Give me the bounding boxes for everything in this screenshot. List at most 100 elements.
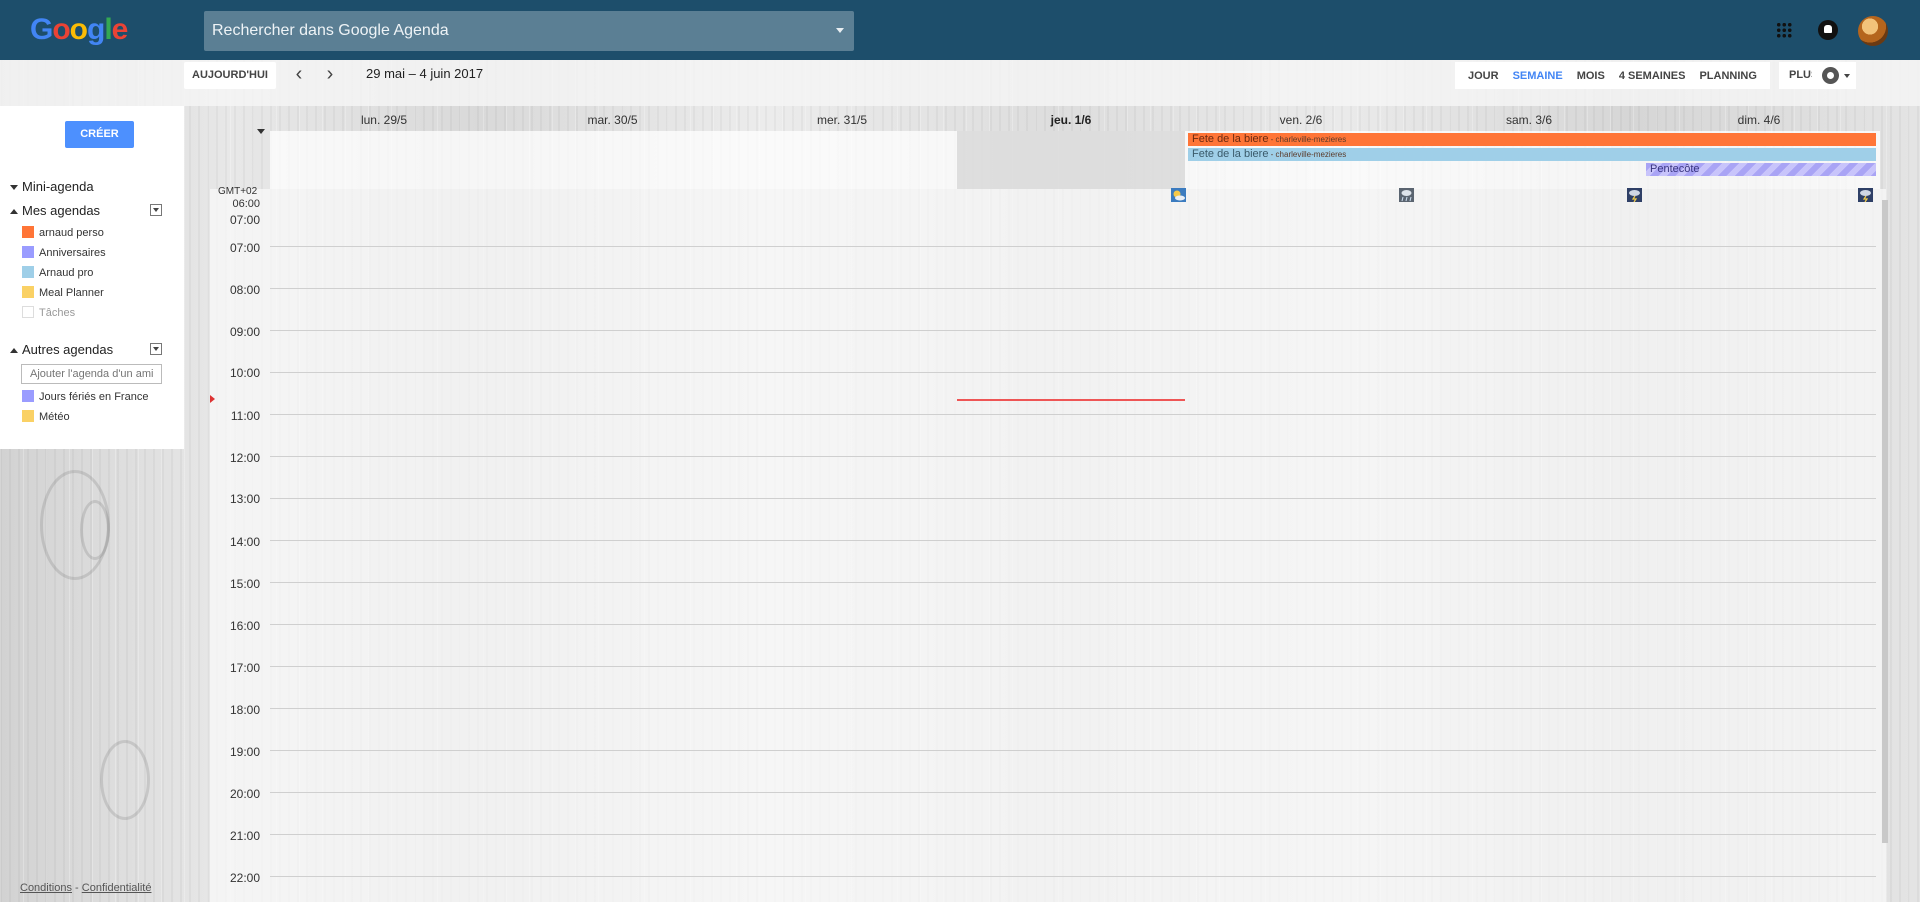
calendar-color-swatch <box>22 266 34 278</box>
hour-label: 10:00 <box>229 366 260 380</box>
day-header-wed[interactable]: mer. 31/5 <box>727 113 957 127</box>
tab-month[interactable]: MOIS <box>1570 70 1612 82</box>
rain-icon[interactable] <box>1399 188 1414 202</box>
calendar-color-swatch <box>22 410 34 422</box>
hour-label: 07:00 <box>229 241 260 255</box>
hour-label: 22:00 <box>229 871 260 885</box>
today-button[interactable]: AUJOURD'HUI <box>184 62 276 89</box>
hour-label: 20:00 <box>229 787 260 801</box>
calendar-item-meteo[interactable]: Météo <box>22 410 70 424</box>
other-calendars-label: Autres agendas <box>22 342 114 357</box>
calendar-item-arnaud-pro[interactable]: Arnaud pro <box>22 266 93 280</box>
prev-week-button[interactable]: ‹ <box>288 64 310 86</box>
hour-label: 07:00 <box>229 213 260 227</box>
hour-gridline <box>270 246 1876 247</box>
current-time-marker <box>210 395 215 403</box>
storm-icon[interactable] <box>1858 188 1873 202</box>
day-header-sun[interactable]: dim. 4/6 <box>1641 113 1877 127</box>
day-header-mon[interactable]: lun. 29/5 <box>270 113 498 127</box>
all-day-event[interactable]: Pentecôte <box>1646 163 1876 176</box>
date-range-label: 29 mai – 4 juin 2017 <box>366 66 484 81</box>
hour-label: 14:00 <box>229 535 260 549</box>
calendar-color-swatch <box>22 390 34 402</box>
apps-grid-icon[interactable] <box>1776 22 1792 38</box>
hour-label: 08:00 <box>229 283 260 297</box>
timezone-label: GMT+02 <box>218 186 258 197</box>
hour-gridline <box>270 456 1876 457</box>
expand-triangle-icon <box>10 209 18 215</box>
collapse-triangle-icon <box>10 185 18 191</box>
wood-knot <box>80 500 110 560</box>
hour-label: 12:00 <box>229 451 260 465</box>
calendar-item-meal-planner[interactable]: Meal Planner <box>22 286 104 300</box>
hour-gridline <box>270 498 1876 499</box>
tab-4-weeks[interactable]: 4 SEMAINES <box>1612 70 1693 82</box>
search-placeholder: Rechercher dans Google Agenda <box>212 22 449 39</box>
day-header-tue[interactable]: mar. 30/5 <box>498 113 727 127</box>
add-friend-calendar-input[interactable] <box>21 364 162 384</box>
next-week-button[interactable]: › <box>319 64 341 86</box>
day-header-sat[interactable]: sam. 3/6 <box>1417 113 1641 127</box>
hour-label: 21:00 <box>229 829 260 843</box>
all-day-collapse-icon[interactable] <box>257 129 265 134</box>
hour-label: 11:00 <box>230 409 260 423</box>
calendar-item-jours-feries[interactable]: Jours fériés en France <box>22 390 148 404</box>
event-title: Fete de la biere <box>1192 133 1269 145</box>
all-day-event[interactable]: Fete de la biere - charleville-mezieres <box>1188 148 1876 161</box>
conditions-link[interactable]: Conditions <box>20 882 72 894</box>
calendar-grid[interactable] <box>210 189 1886 902</box>
event-location: - charleville-mezieres <box>1268 135 1347 144</box>
hour-label: 18:00 <box>229 703 260 717</box>
sun-cloud-icon[interactable] <box>1171 188 1186 202</box>
hour-gridline <box>270 288 1876 289</box>
calendar-item-arnaud-perso[interactable]: arnaud perso <box>22 226 104 240</box>
calendar-item-taches[interactable]: Tâches <box>22 306 75 320</box>
notifications-bell-icon[interactable] <box>1818 20 1838 40</box>
all-day-today-highlight <box>957 131 1185 189</box>
hour-gridline <box>270 750 1876 751</box>
chevron-down-icon <box>1844 74 1850 78</box>
my-calendars-toggle[interactable]: Mes agendas <box>10 203 100 218</box>
all-day-event[interactable]: Fete de la biere - charleville-mezieres <box>1188 133 1876 146</box>
create-button[interactable]: CRÉER <box>65 121 134 148</box>
event-location: - charleville-mezieres <box>1268 150 1347 159</box>
google-logo[interactable]: Google <box>30 13 128 47</box>
gear-icon <box>1822 67 1839 84</box>
hour-label: 09:00 <box>229 325 260 339</box>
grid-scrollbar[interactable] <box>1882 200 1888 843</box>
search-options-icon[interactable] <box>836 28 844 33</box>
hour-gridline <box>270 708 1876 709</box>
hour-label: 16:00 <box>229 619 260 633</box>
calendar-color-swatch <box>22 286 34 298</box>
tab-planning[interactable]: PLANNING <box>1692 70 1763 82</box>
event-title: Pentecôte <box>1650 163 1700 175</box>
top-bar: Google Rechercher dans Google Agenda <box>0 0 1920 60</box>
hour-gridline <box>270 372 1876 373</box>
other-calendars-toggle[interactable]: Autres agendas <box>10 342 113 357</box>
day-header-thu[interactable]: jeu. 1/6 <box>957 113 1185 127</box>
day-header-fri[interactable]: ven. 2/6 <box>1185 113 1417 127</box>
avatar[interactable] <box>1858 16 1888 46</box>
privacy-link[interactable]: Confidentialité <box>82 882 152 894</box>
hour-label: 15:00 <box>229 577 260 591</box>
calendar-item-label: Anniversaires <box>39 247 106 259</box>
my-calendars-menu-button[interactable] <box>150 204 162 216</box>
wood-knot <box>100 740 150 820</box>
mini-agenda-label: Mini-agenda <box>22 179 94 194</box>
calendar-item-label: Tâches <box>39 307 76 319</box>
hour-gridline <box>270 792 1876 793</box>
tab-week[interactable]: SEMAINE <box>1506 70 1570 82</box>
search-input[interactable]: Rechercher dans Google Agenda <box>204 11 854 51</box>
expand-triangle-icon <box>10 348 18 354</box>
settings-button[interactable] <box>1812 62 1856 89</box>
calendar-item-anniversaires[interactable]: Anniversaires <box>22 246 106 260</box>
hour-gridline <box>270 582 1876 583</box>
tab-day[interactable]: JOUR <box>1461 70 1506 82</box>
mini-agenda-toggle[interactable]: Mini-agenda <box>10 179 94 194</box>
hour-label: 06:00 <box>232 198 260 210</box>
storm-icon[interactable] <box>1627 188 1642 202</box>
footer-separator: - <box>71 882 82 894</box>
event-title: Fete de la biere <box>1192 148 1269 160</box>
hour-label: 13:00 <box>229 492 260 506</box>
other-calendars-menu-button[interactable] <box>150 343 162 355</box>
